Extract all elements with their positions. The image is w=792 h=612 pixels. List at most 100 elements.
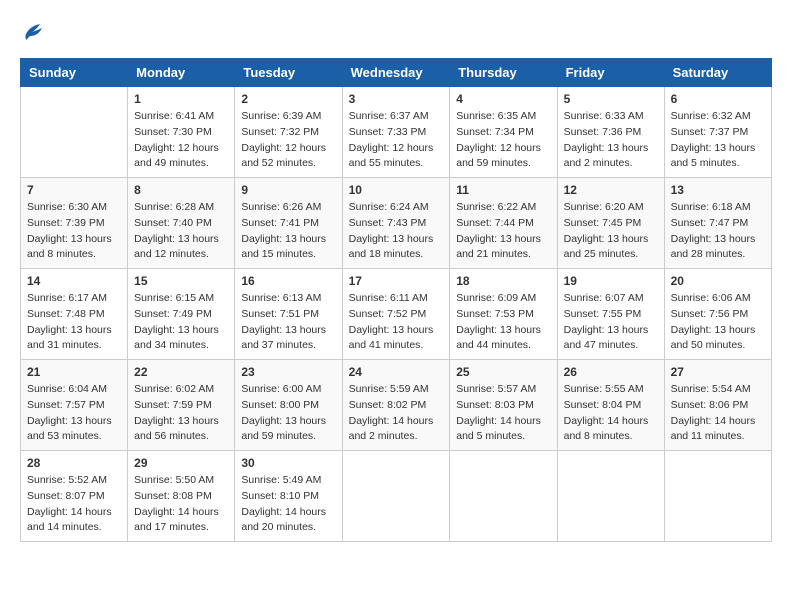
calendar-day-cell: 30Sunrise: 5:49 AMSunset: 8:10 PMDayligh… [235, 451, 342, 542]
calendar-day-cell: 18Sunrise: 6:09 AMSunset: 7:53 PMDayligh… [450, 269, 557, 360]
logo [20, 20, 44, 48]
day-number: 27 [671, 365, 765, 379]
day-number: 29 [134, 456, 228, 470]
calendar-day-cell: 21 Sunrise: 6:04 AMSunset: 7:57 PMDayligh… [21, 360, 128, 451]
calendar-day-cell: 6 Sunrise: 6:32 AMSunset: 7:37 PMDaylight… [664, 87, 771, 178]
day-info: Sunrise: 6:30 AMSunset: 7:39 PMDaylight:… [27, 201, 112, 260]
calendar-day-cell: 20 Sunrise: 6:06 AMSunset: 7:56 PMDayligh… [664, 269, 771, 360]
day-number: 11 [456, 183, 550, 197]
day-number: 20 [671, 274, 765, 288]
day-number: 22 [134, 365, 228, 379]
calendar-day-cell: 2 Sunrise: 6:39 AMSunset: 7:32 PMDaylight… [235, 87, 342, 178]
calendar-week-row: 7Sunrise: 6:30 AMSunset: 7:39 PMDaylight… [21, 178, 772, 269]
header [20, 20, 772, 48]
calendar-day-cell: 23 Sunrise: 6:00 AMSunset: 8:00 PMDayligh… [235, 360, 342, 451]
day-number: 1 [134, 92, 228, 106]
calendar-day-cell: 10 Sunrise: 6:24 AMSunset: 7:43 PMDayligh… [342, 178, 450, 269]
day-number: 15 [134, 274, 228, 288]
calendar-day-cell: 3 Sunrise: 6:37 AMSunset: 7:33 PMDaylight… [342, 87, 450, 178]
logo-bird-icon [22, 20, 44, 48]
day-number: 5 [564, 92, 658, 106]
day-info: Sunrise: 6:20 AMSunset: 7:45 PMDaylight:… [564, 201, 649, 260]
day-info: Sunrise: 5:59 AMSunset: 8:02 PMDaylight:… [349, 383, 434, 442]
calendar-day-cell: 24 Sunrise: 5:59 AMSunset: 8:02 PMDayligh… [342, 360, 450, 451]
calendar-day-cell: 8 Sunrise: 6:28 AMSunset: 7:40 PMDaylight… [128, 178, 235, 269]
calendar-week-row: 14 Sunrise: 6:17 AMSunset: 7:48 PMDayligh… [21, 269, 772, 360]
day-info: Sunrise: 5:50 AMSunset: 8:08 PMDaylight:… [134, 474, 219, 533]
calendar-day-cell [21, 87, 128, 178]
day-number: 8 [134, 183, 228, 197]
calendar-day-cell [450, 451, 557, 542]
calendar-table: SundayMondayTuesdayWednesdayThursdayFrid… [20, 58, 772, 542]
day-info: Sunrise: 6:00 AMSunset: 8:00 PMDaylight:… [241, 383, 326, 442]
day-info: Sunrise: 6:24 AMSunset: 7:43 PMDaylight:… [349, 201, 434, 260]
day-number: 12 [564, 183, 658, 197]
weekday-header-cell: Monday [128, 59, 235, 87]
day-info: Sunrise: 6:32 AMSunset: 7:37 PMDaylight:… [671, 110, 756, 169]
calendar-day-cell: 1 Sunrise: 6:41 AMSunset: 7:30 PMDaylight… [128, 87, 235, 178]
weekday-header-cell: Wednesday [342, 59, 450, 87]
day-number: 14 [27, 274, 121, 288]
calendar-day-cell: 15 Sunrise: 6:15 AMSunset: 7:49 PMDayligh… [128, 269, 235, 360]
day-number: 3 [349, 92, 444, 106]
calendar-day-cell: 13 Sunrise: 6:18 AMSunset: 7:47 PMDayligh… [664, 178, 771, 269]
day-info: Sunrise: 6:04 AMSunset: 7:57 PMDaylight:… [27, 383, 112, 442]
calendar-day-cell [342, 451, 450, 542]
day-info: Sunrise: 6:35 AMSunset: 7:34 PMDaylight:… [456, 110, 541, 169]
day-info: Sunrise: 6:28 AMSunset: 7:40 PMDaylight:… [134, 201, 219, 260]
day-number: 24 [349, 365, 444, 379]
day-info: Sunrise: 6:11 AMSunset: 7:52 PMDaylight:… [349, 292, 434, 351]
calendar-day-cell: 11 Sunrise: 6:22 AMSunset: 7:44 PMDayligh… [450, 178, 557, 269]
day-number: 17 [349, 274, 444, 288]
day-info: Sunrise: 6:41 AMSunset: 7:30 PMDaylight:… [134, 110, 219, 169]
calendar-week-row: 21 Sunrise: 6:04 AMSunset: 7:57 PMDayligh… [21, 360, 772, 451]
weekday-header-cell: Friday [557, 59, 664, 87]
calendar-day-cell: 28 Sunrise: 5:52 AMSunset: 8:07 PMDayligh… [21, 451, 128, 542]
weekday-header-cell: Sunday [21, 59, 128, 87]
calendar-day-cell: 9 Sunrise: 6:26 AMSunset: 7:41 PMDaylight… [235, 178, 342, 269]
day-number: 23 [241, 365, 335, 379]
day-number: 9 [241, 183, 335, 197]
day-info: Sunrise: 6:33 AMSunset: 7:36 PMDaylight:… [564, 110, 649, 169]
day-info: Sunrise: 6:18 AMSunset: 7:47 PMDaylight:… [671, 201, 756, 260]
calendar-day-cell: 16Sunrise: 6:13 AMSunset: 7:51 PMDayligh… [235, 269, 342, 360]
day-number: 21 [27, 365, 121, 379]
weekday-header-cell: Saturday [664, 59, 771, 87]
day-number: 25 [456, 365, 550, 379]
day-info: Sunrise: 6:26 AMSunset: 7:41 PMDaylight:… [241, 201, 326, 260]
day-info: Sunrise: 5:52 AMSunset: 8:07 PMDaylight:… [27, 474, 112, 533]
day-info: Sunrise: 6:15 AMSunset: 7:49 PMDaylight:… [134, 292, 219, 351]
day-number: 28 [27, 456, 121, 470]
day-info: Sunrise: 6:09 AMSunset: 7:53 PMDaylight:… [456, 292, 541, 351]
calendar-day-cell: 17 Sunrise: 6:11 AMSunset: 7:52 PMDayligh… [342, 269, 450, 360]
day-info: Sunrise: 6:37 AMSunset: 7:33 PMDaylight:… [349, 110, 434, 169]
calendar-day-cell: 5 Sunrise: 6:33 AMSunset: 7:36 PMDaylight… [557, 87, 664, 178]
calendar-day-cell [664, 451, 771, 542]
calendar-day-cell [557, 451, 664, 542]
day-info: Sunrise: 5:54 AMSunset: 8:06 PMDaylight:… [671, 383, 756, 442]
calendar-day-cell: 19 Sunrise: 6:07 AMSunset: 7:55 PMDayligh… [557, 269, 664, 360]
day-number: 19 [564, 274, 658, 288]
day-number: 2 [241, 92, 335, 106]
calendar-week-row: 1 Sunrise: 6:41 AMSunset: 7:30 PMDaylight… [21, 87, 772, 178]
calendar-day-cell: 26Sunrise: 5:55 AMSunset: 8:04 PMDayligh… [557, 360, 664, 451]
calendar-day-cell: 29 Sunrise: 5:50 AMSunset: 8:08 PMDayligh… [128, 451, 235, 542]
day-info: Sunrise: 6:13 AMSunset: 7:51 PMDaylight:… [241, 292, 326, 351]
day-number: 13 [671, 183, 765, 197]
calendar-day-cell: 7Sunrise: 6:30 AMSunset: 7:39 PMDaylight… [21, 178, 128, 269]
calendar-day-cell: 4 Sunrise: 6:35 AMSunset: 7:34 PMDaylight… [450, 87, 557, 178]
day-number: 10 [349, 183, 444, 197]
day-info: Sunrise: 6:17 AMSunset: 7:48 PMDaylight:… [27, 292, 112, 351]
day-number: 6 [671, 92, 765, 106]
day-info: Sunrise: 5:49 AMSunset: 8:10 PMDaylight:… [241, 474, 326, 533]
day-number: 4 [456, 92, 550, 106]
day-info: Sunrise: 6:07 AMSunset: 7:55 PMDaylight:… [564, 292, 649, 351]
calendar-week-row: 28 Sunrise: 5:52 AMSunset: 8:07 PMDayligh… [21, 451, 772, 542]
day-info: Sunrise: 6:22 AMSunset: 7:44 PMDaylight:… [456, 201, 541, 260]
day-info: Sunrise: 5:55 AMSunset: 8:04 PMDaylight:… [564, 383, 649, 442]
weekday-header-cell: Tuesday [235, 59, 342, 87]
calendar-day-cell: 12 Sunrise: 6:20 AMSunset: 7:45 PMDayligh… [557, 178, 664, 269]
day-info: Sunrise: 6:39 AMSunset: 7:32 PMDaylight:… [241, 110, 326, 169]
calendar-day-cell: 22Sunrise: 6:02 AMSunset: 7:59 PMDayligh… [128, 360, 235, 451]
day-info: Sunrise: 6:06 AMSunset: 7:56 PMDaylight:… [671, 292, 756, 351]
